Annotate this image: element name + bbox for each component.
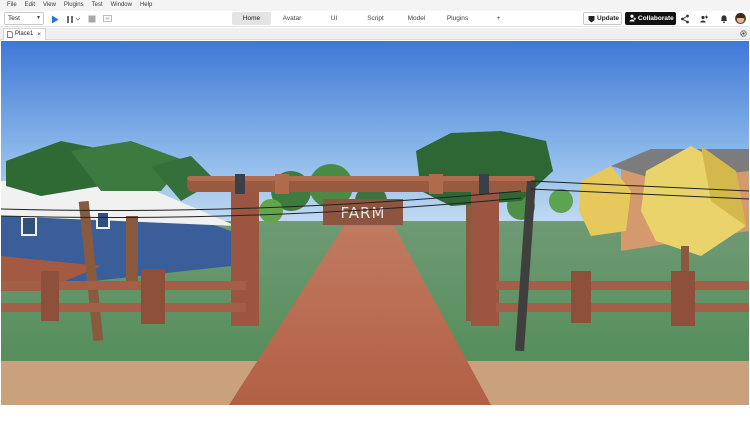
team-icon[interactable] <box>699 14 709 24</box>
update-label: Update <box>597 15 620 22</box>
mode-select[interactable]: Test ▾ <box>4 12 44 25</box>
mode-select-value: Test <box>8 15 20 22</box>
menu-plugins[interactable]: Plugins <box>60 0 88 11</box>
ribbon-tabs: Home Avatar UI Script Model Plugins + <box>232 12 519 25</box>
chevron-down-icon: ▾ <box>36 15 40 21</box>
share-icon[interactable] <box>680 14 690 24</box>
farm-sign-text: FARM <box>341 204 386 222</box>
tab-ui[interactable]: UI <box>313 12 355 25</box>
tab-model[interactable]: Model <box>396 12 437 25</box>
chevron-down-icon[interactable] <box>75 14 81 24</box>
menu-file[interactable]: File <box>3 0 21 11</box>
farm-scene: FARM <box>1 41 749 405</box>
document-tab-label: Place1 <box>15 31 34 37</box>
update-icon <box>588 16 595 23</box>
menu-test[interactable]: Test <box>88 0 107 11</box>
menu-bar: File Edit View Plugins Test Window Help <box>0 0 750 11</box>
document-tab-strip: Place1 × <box>0 28 750 40</box>
menu-window[interactable]: Window <box>107 0 136 11</box>
update-button[interactable]: Update <box>583 12 622 25</box>
screen-icon[interactable] <box>102 14 112 24</box>
tab-avatar[interactable]: Avatar <box>271 12 313 25</box>
file-icon <box>7 31 13 38</box>
user-plus-icon <box>629 14 636 22</box>
tab-plugins[interactable]: Plugins <box>437 12 478 25</box>
menu-help[interactable]: Help <box>136 0 156 11</box>
menu-view[interactable]: View <box>39 0 60 11</box>
tab-add[interactable]: + <box>478 12 519 25</box>
collaborate-label: Collaborate <box>638 15 674 22</box>
play-icon[interactable] <box>50 14 60 24</box>
toolbar: Test ▾ Home Avatar UI Script Model Plugi… <box>0 11 750 27</box>
avatar[interactable] <box>735 13 746 24</box>
tab-script[interactable]: Script <box>355 12 396 25</box>
gear-icon[interactable] <box>739 29 748 38</box>
close-icon[interactable]: × <box>37 29 41 40</box>
stop-icon[interactable] <box>87 14 97 24</box>
collaborate-button[interactable]: Collaborate <box>625 12 676 25</box>
menu-edit[interactable]: Edit <box>21 0 39 11</box>
document-tab-place1[interactable]: Place1 × <box>3 28 46 40</box>
pause-icon[interactable] <box>65 14 75 24</box>
bell-icon[interactable] <box>719 14 729 24</box>
game-viewport[interactable]: FARM <box>1 41 749 405</box>
tab-home[interactable]: Home <box>232 12 271 25</box>
